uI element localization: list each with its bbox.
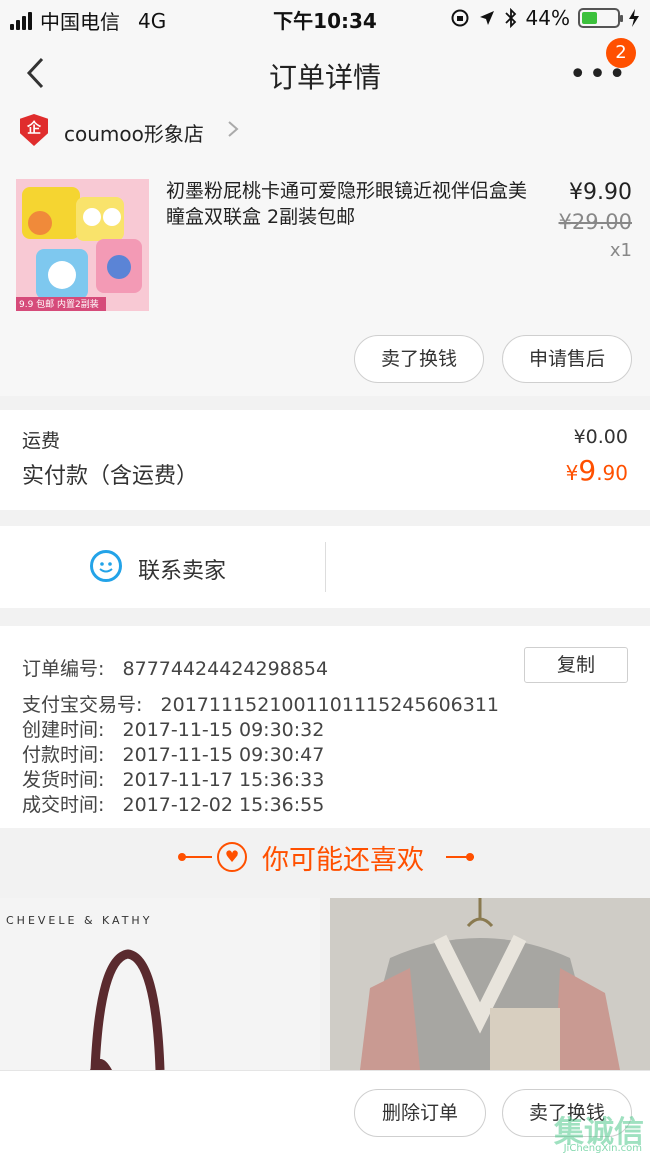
- recommend-header: ♥ 你可能还喜欢: [0, 828, 650, 898]
- battery-percent: 44%: [525, 6, 570, 30]
- battery-icon: [578, 8, 623, 28]
- cardigan-image: [330, 898, 650, 1070]
- product-quantity: x1: [609, 240, 632, 261]
- order-number: 87774424424298854: [122, 658, 329, 680]
- paid-amount: ¥9.90: [566, 454, 628, 487]
- shop-header[interactable]: 企 coumoo形象店: [0, 110, 650, 170]
- shop-name[interactable]: coumoo形象店: [64, 118, 204, 147]
- status-bar: 中国电信 4G 下午10:34 44%: [0, 0, 650, 36]
- completed-time: 2017-12-02 15:36:55: [122, 794, 325, 816]
- resell-button[interactable]: 卖了换钱: [354, 335, 484, 383]
- recommend-item-cardigan[interactable]: [330, 898, 650, 1070]
- contact-seller-button[interactable]: 联系卖家: [138, 553, 226, 585]
- paid-time: 2017-11-15 09:30:47: [122, 744, 325, 766]
- watermark-url: JiChengXin.com: [563, 1143, 642, 1154]
- shipped-row: 发货时间: 2017-11-17 15:36:33: [22, 765, 324, 792]
- original-price: ¥29.00: [558, 210, 632, 234]
- paid-dec: .90: [596, 461, 628, 485]
- order-number-label: 订单编号:: [22, 658, 105, 680]
- shipping-value: ¥0.00: [573, 426, 628, 448]
- nav-bar: 订单详情 ••• 2: [0, 36, 650, 110]
- brand-label: CHEVELE & KATHY: [6, 914, 153, 927]
- rotation-lock-icon: [451, 9, 469, 27]
- order-number-row: 订单编号: 87774424424298854: [22, 654, 328, 681]
- bluetooth-icon: [504, 8, 516, 28]
- copy-button[interactable]: 复制: [524, 647, 628, 683]
- bottom-action-bar: 删除订单 卖了换钱 集诚信 JiChengXin.com: [0, 1070, 650, 1156]
- location-icon: [479, 11, 494, 25]
- product-title[interactable]: 初墨粉屁桃卡通可爱隐形眼镜近视伴侣盒美瞳盒双联盒 2副装包邮: [166, 178, 536, 230]
- shipped-time: 2017-11-17 15:36:33: [122, 769, 325, 791]
- shipped-label: 发货时间:: [22, 769, 105, 791]
- order-info: 订单编号: 87774424424298854 复制 支付宝交易号: 20171…: [0, 626, 650, 828]
- paid-time-label: 付款时间:: [22, 744, 105, 766]
- created-time: 2017-11-15 09:30:32: [122, 719, 325, 741]
- chevron-right-icon: [228, 121, 239, 137]
- product-thumbnail[interactable]: 9.9 包邮 内置2副装: [16, 179, 149, 311]
- charging-icon: [629, 9, 639, 27]
- alipay-label: 支付宝交易号:: [22, 694, 143, 716]
- alipay-row: 支付宝交易号: 2017111521001101115245606311: [22, 690, 499, 717]
- page-title: 订单详情: [268, 61, 381, 94]
- created-row: 创建时间: 2017-11-15 09:30:32: [22, 715, 324, 742]
- delete-order-button[interactable]: 删除订单: [354, 1089, 486, 1137]
- battery-fill: [582, 12, 597, 24]
- recommend-item-bag[interactable]: CHEVELE & KATHY: [0, 898, 320, 1070]
- contact-divider: [325, 542, 326, 592]
- completed-row: 成交时间: 2017-12-02 15:36:55: [22, 790, 324, 817]
- product-price: ¥9.90: [569, 180, 632, 205]
- more-icon[interactable]: •••: [569, 60, 628, 90]
- shop-badge-icon: 企: [20, 114, 48, 146]
- product-image: 9.9 包邮 内置2副装: [16, 179, 149, 311]
- notification-badge: 2: [606, 38, 636, 68]
- product-card[interactable]: 9.9 包邮 内置2副装 初墨粉屁桃卡通可爱隐形眼镜近视伴侣盒美瞳盒双联盒 2副…: [0, 170, 650, 396]
- paid-row: 付款时间: 2017-11-15 09:30:47: [22, 740, 324, 767]
- completed-label: 成交时间:: [22, 794, 105, 816]
- alipay-number: 2017111521001101115245606311: [160, 694, 500, 716]
- paid-label: 实付款（含运费）: [22, 464, 199, 489]
- after-sale-button[interactable]: 申请售后: [502, 335, 632, 383]
- paid-currency: ¥: [565, 461, 579, 485]
- recommend-title: 你可能还喜欢: [262, 845, 424, 876]
- paid-int: 9: [578, 454, 597, 487]
- created-label: 创建时间:: [22, 719, 105, 741]
- decor-dot-right: [466, 853, 474, 861]
- svg-text:9.9 包邮 内置2副装: 9.9 包邮 内置2副装: [19, 298, 99, 310]
- shipping-label: 运费: [22, 430, 61, 452]
- payment-summary: 运费 ¥0.00 实付款（含运费） ¥9.90: [0, 410, 650, 510]
- chat-icon[interactable]: [90, 550, 122, 582]
- status-right: 44%: [450, 6, 640, 30]
- contact-bar: 联系卖家: [0, 526, 650, 608]
